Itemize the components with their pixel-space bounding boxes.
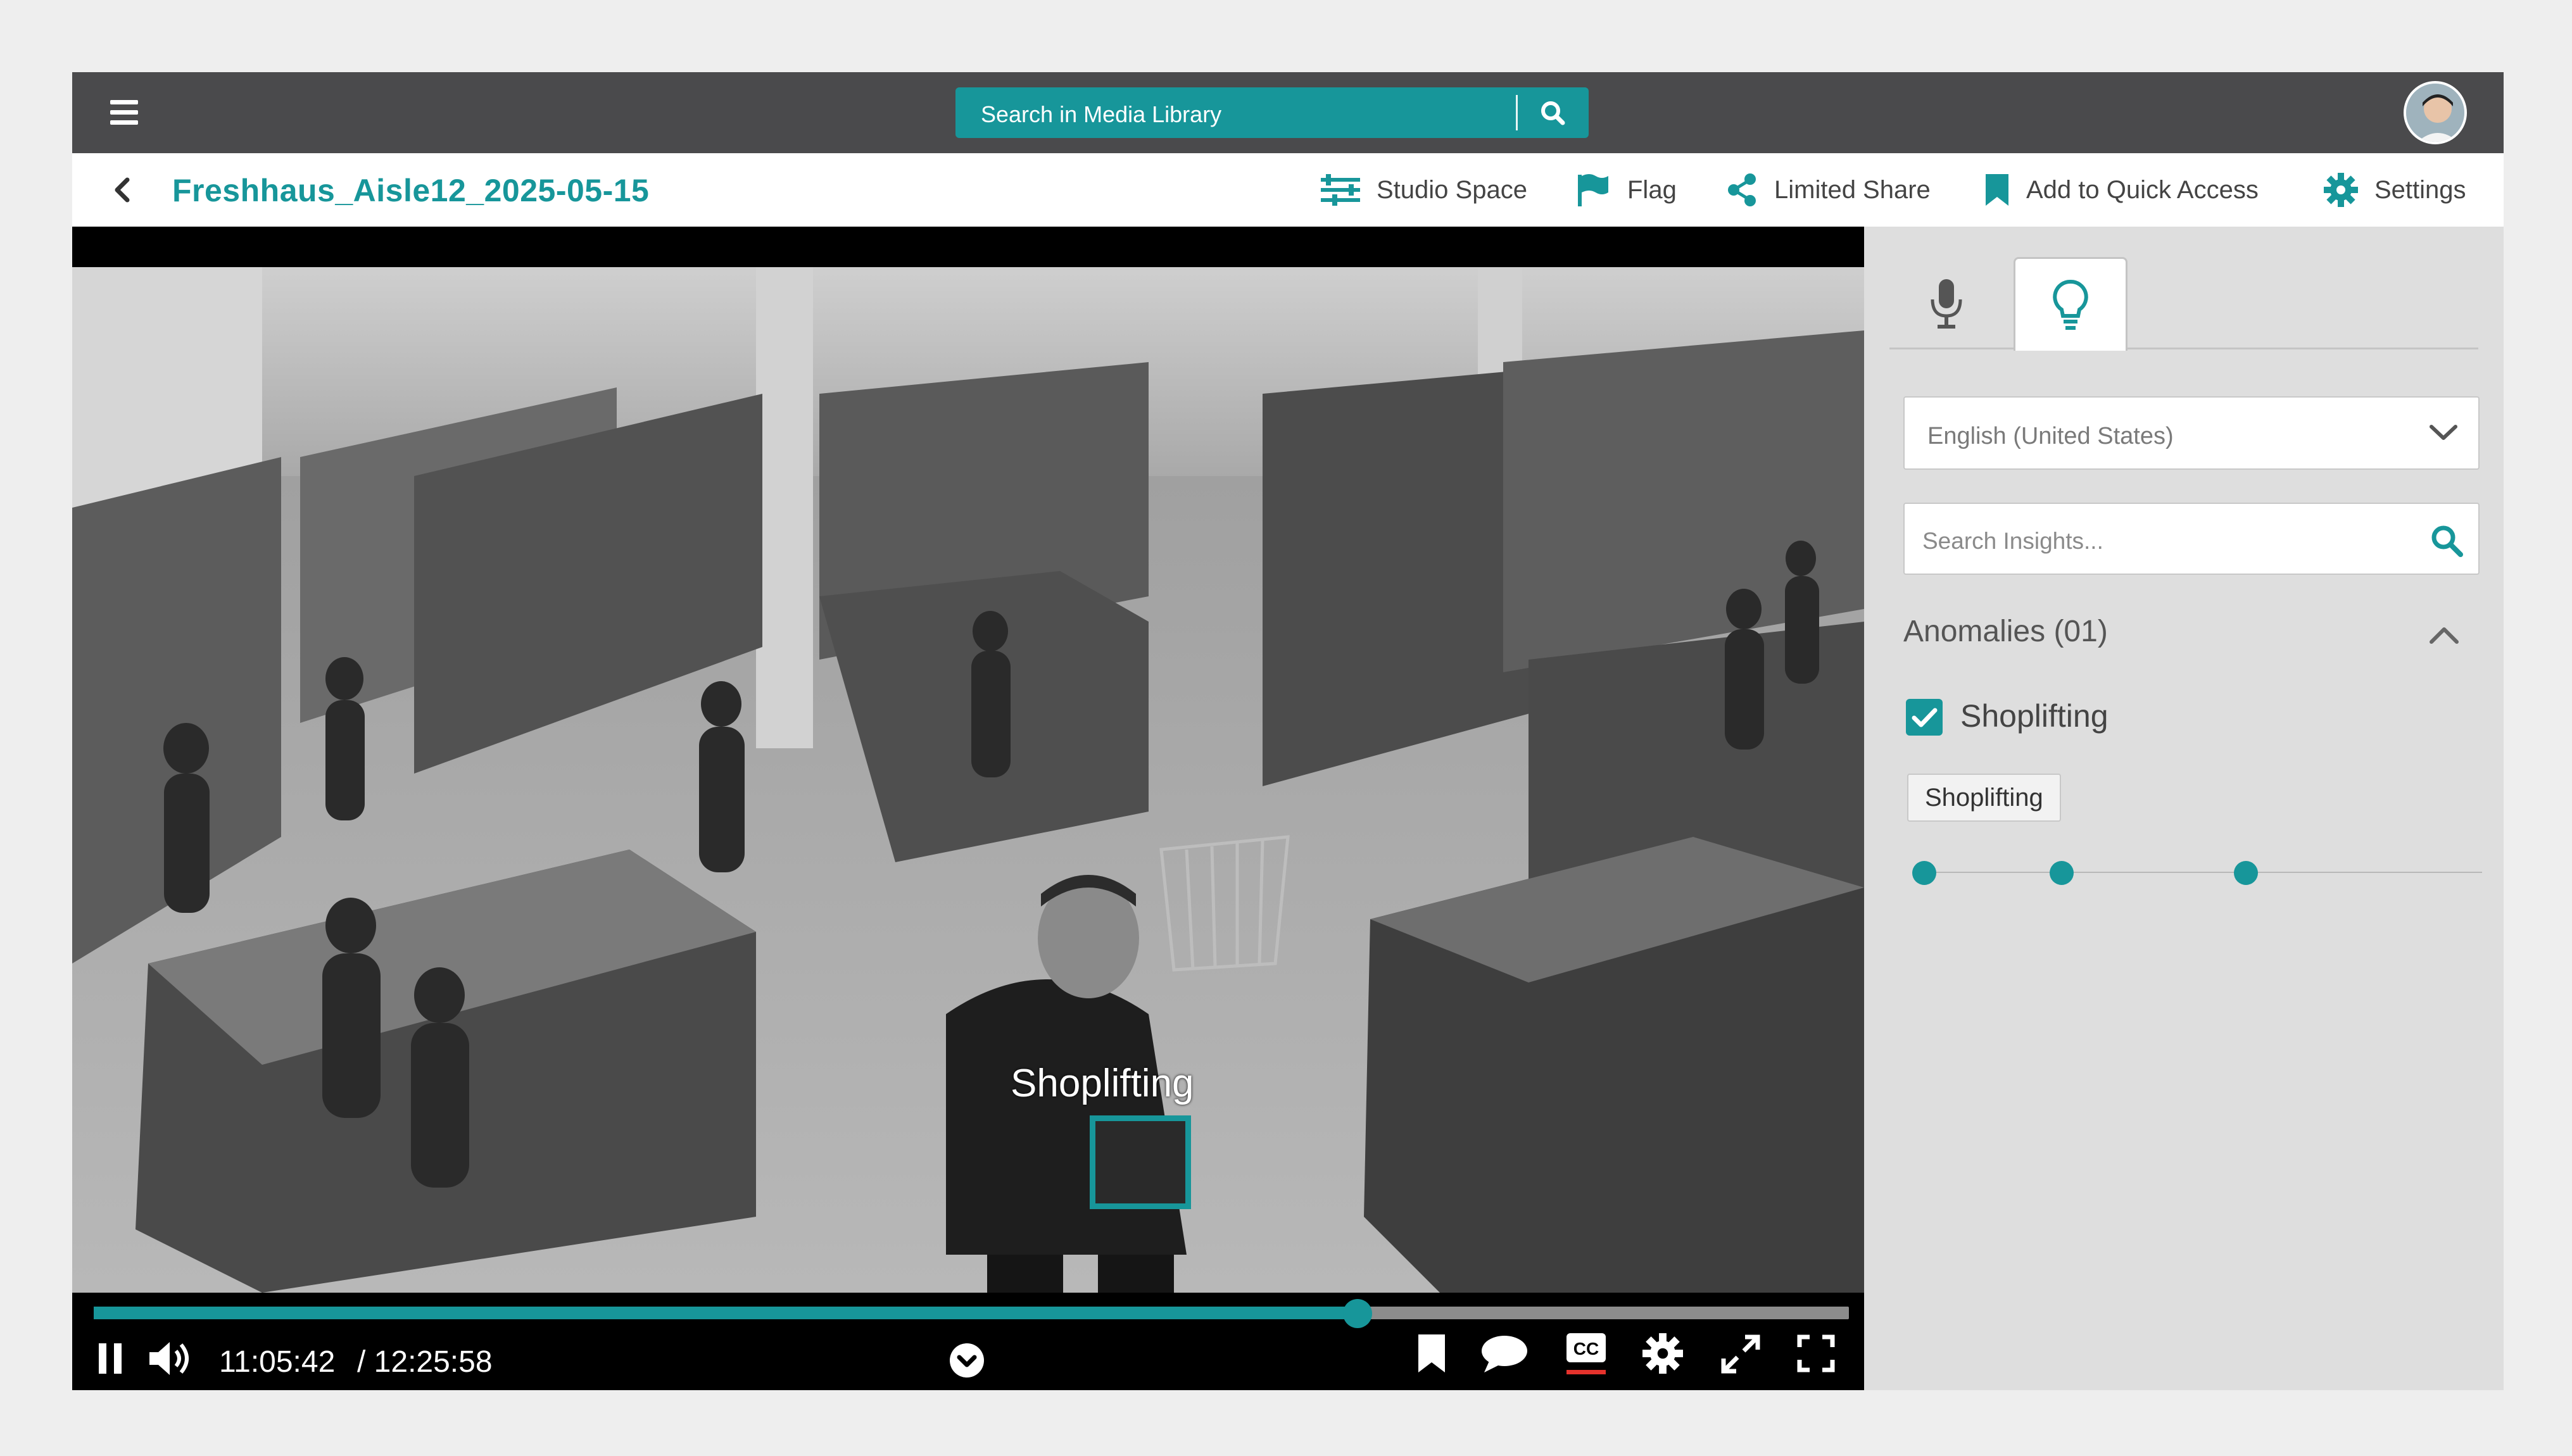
- anomalies-section-title[interactable]: Anomalies (01): [1903, 614, 2108, 649]
- user-avatar[interactable]: [2404, 81, 2467, 144]
- fullscreen-icon[interactable]: [1797, 1334, 1835, 1376]
- seek-bar-handle[interactable]: [1342, 1299, 1372, 1328]
- pause-icon[interactable]: [95, 1340, 127, 1381]
- sliders-icon: [1321, 174, 1360, 206]
- share-icon: [1728, 173, 1756, 206]
- insights-panel: English (United States) Search Insights.…: [1864, 227, 2504, 1390]
- bookmark-icon[interactable]: [1415, 1333, 1449, 1378]
- tab-transcript[interactable]: [1889, 257, 2003, 351]
- shoplifting-checkbox-label[interactable]: Shoplifting: [1960, 698, 2109, 734]
- studio-space-button[interactable]: Studio Space: [1321, 153, 1527, 227]
- current-time: 11:05:42: [219, 1345, 336, 1379]
- limited-share-label: Limited Share: [1774, 175, 1931, 204]
- lightbulb-icon: [2053, 279, 2088, 330]
- limited-share-button[interactable]: Limited Share: [1726, 153, 1931, 227]
- detection-label: Shoplifting: [1011, 1062, 1194, 1105]
- gear-icon: [2324, 173, 2358, 207]
- microphone-icon: [1931, 279, 1962, 329]
- seek-bar-progress: [94, 1307, 1358, 1319]
- title-bar: Freshhaus_Aisle12_2025-05-15 Studio Spac…: [72, 153, 2504, 227]
- insights-search-input[interactable]: Search Insights...: [1903, 503, 2480, 575]
- media-library-search[interactable]: Search in Media Library: [955, 87, 1589, 138]
- add-to-quick-access-label: Add to Quick Access: [2026, 175, 2259, 204]
- search-divider: [1516, 95, 1518, 130]
- detection-bounding-box[interactable]: [1090, 1115, 1191, 1209]
- checkmark-icon: [1912, 708, 1938, 727]
- insights-search-placeholder: Search Insights...: [1922, 528, 2103, 554]
- bookmark-icon: [1986, 174, 2008, 206]
- flag-icon: [1578, 174, 1608, 206]
- anomaly-timeline: [1912, 860, 2482, 885]
- search-icon[interactable]: [2429, 523, 2464, 562]
- timeline-track: [1912, 872, 2482, 873]
- video-frame-store-surveillance[interactable]: Shoplifting: [72, 267, 1864, 1293]
- expand-icon[interactable]: [1720, 1333, 1762, 1378]
- shoplifting-tag[interactable]: Shoplifting: [1907, 774, 2061, 822]
- video-player[interactable]: Shoplifting 11:05:42 / 12:25:58 CC: [72, 227, 1864, 1390]
- language-value: English (United States): [1927, 423, 2174, 449]
- add-to-quick-access-button[interactable]: Add to Quick Access: [1984, 153, 2259, 227]
- chevron-down-icon: [2428, 420, 2459, 449]
- page-title: Freshhaus_Aisle12_2025-05-15: [172, 173, 650, 208]
- language-select[interactable]: English (United States): [1903, 396, 2480, 470]
- closed-captions-icon[interactable]: CC: [1565, 1331, 1607, 1379]
- svg-text:CC: CC: [1573, 1339, 1599, 1359]
- flag-label: Flag: [1627, 175, 1677, 204]
- timeline-marker[interactable]: [2234, 861, 2258, 885]
- studio-space-label: Studio Space: [1377, 175, 1527, 204]
- back-arrow-icon[interactable]: [107, 172, 139, 208]
- search-icon[interactable]: [1534, 96, 1572, 129]
- timeline-marker[interactable]: [2050, 861, 2074, 885]
- seek-bar[interactable]: [94, 1299, 1849, 1328]
- volume-icon[interactable]: [147, 1340, 195, 1381]
- chevron-down-circle-icon[interactable]: [949, 1342, 985, 1382]
- shoplifting-checkbox[interactable]: [1906, 699, 1943, 736]
- flag-button[interactable]: Flag: [1575, 153, 1677, 227]
- comment-icon[interactable]: [1480, 1333, 1529, 1378]
- video-controls: 11:05:42 / 12:25:58 CC: [72, 1293, 1864, 1390]
- settings-label: Settings: [2374, 175, 2466, 204]
- tab-insights[interactable]: [2014, 257, 2128, 351]
- timeline-marker[interactable]: [1912, 861, 1936, 885]
- chevron-up-icon[interactable]: [2428, 623, 2461, 651]
- app-window: Search in Media Library Freshhaus_Aisle1…: [72, 72, 2504, 1390]
- hamburger-menu-icon[interactable]: [110, 100, 138, 125]
- gear-icon[interactable]: [1642, 1333, 1683, 1377]
- settings-button[interactable]: Settings: [2324, 153, 2466, 227]
- panel-tabs: [1889, 257, 2478, 351]
- search-placeholder[interactable]: Search in Media Library: [981, 101, 1221, 128]
- top-bar: Search in Media Library: [72, 72, 2504, 153]
- duration: / 12:25:58: [357, 1345, 493, 1379]
